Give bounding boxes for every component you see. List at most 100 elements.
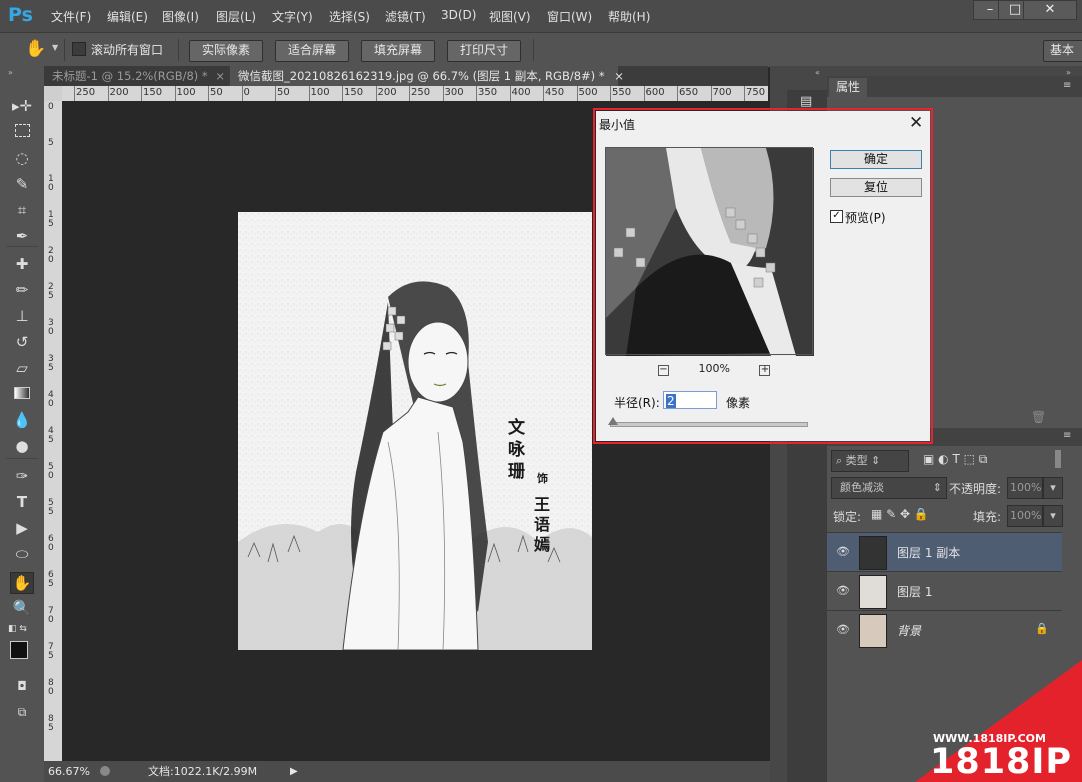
zoom-tool-icon[interactable]: 🔍 (11, 598, 33, 618)
status-menu-arrow-icon[interactable]: ▶ (290, 761, 298, 782)
gradient-tool-icon[interactable] (11, 384, 33, 404)
dodge-tool-icon[interactable]: ● (11, 436, 33, 456)
layer-row[interactable]: 👁 背景 🔒 (827, 610, 1062, 649)
blend-mode-dropdown[interactable]: 颜色减淡 ⇕ (831, 477, 947, 499)
visibility-eye-icon[interactable]: 👁 (836, 584, 850, 597)
tab-properties[interactable]: 属性 (829, 78, 867, 97)
layer-row[interactable]: 👁 图层 1 (827, 571, 1062, 610)
tab-active-document[interactable]: 微信截图_20210826162319.jpg @ 66.7% (图层 1 副本… (230, 66, 624, 86)
ruler-tick-label: 75 (48, 642, 54, 661)
quick-selection-tool-icon[interactable]: ✎ (11, 174, 33, 194)
print-size-button[interactable]: 打印尺寸 (447, 40, 521, 62)
menu-edit[interactable]: 编辑(E) (107, 8, 148, 25)
ruler-tick-label: 400 (511, 87, 531, 98)
menu-layer[interactable]: 图层(L) (216, 8, 256, 25)
panel-menu-icon[interactable]: ≡ (1063, 80, 1071, 91)
workspace-switcher[interactable]: 基本 (1043, 40, 1082, 62)
collapse-icon[interactable]: « (815, 68, 820, 77)
ruler-tick-label: 0 (48, 102, 54, 112)
hand-tool-selected-icon[interactable]: ✋ (10, 572, 34, 594)
layer-name: 图层 1 (897, 585, 933, 599)
calligraphy-actor-name: 文咏珊 (508, 418, 525, 482)
layer-name: 图层 1 副本 (897, 546, 961, 560)
opacity-label: 不透明度: (949, 482, 1002, 496)
status-bar: 66.67% 文档:1022.1K/2.99M ▶ (44, 761, 770, 782)
history-brush-tool-icon[interactable]: ↺ (11, 332, 33, 352)
tab-close-icon[interactable]: × (614, 69, 624, 83)
layer-name: 背景 (897, 624, 922, 638)
crop-tool-icon[interactable]: ⌗ (11, 200, 33, 220)
menu-filter[interactable]: 滤镜(T) (385, 8, 426, 25)
tools-panel: » ▸✛ ◌ ✎ ⌗ ✒ ✚ ✏ ⊥ ↺ ▱ 💧 ● ✑ T ▶ ⬭ ✋ 🔍 ◧… (0, 66, 45, 782)
menu-type[interactable]: 文字(Y) (272, 8, 313, 25)
ruler-tick-label: 20 (48, 246, 54, 265)
shape-tool-icon[interactable]: ⬭ (11, 544, 33, 564)
layer-thumbnail (859, 575, 887, 609)
trash-icon[interactable]: 🗑 (1031, 410, 1046, 424)
fill-dropdown-icon[interactable]: ▾ (1043, 505, 1063, 527)
quick-mask-icon[interactable]: ◘ (11, 676, 33, 696)
layer-row[interactable]: 👁 图层 1 副本 (827, 532, 1062, 571)
ruler-tick-label: 250 (76, 87, 96, 98)
visibility-eye-icon[interactable]: 👁 (836, 623, 850, 636)
menu-3d[interactable]: 3D(D) (441, 8, 476, 22)
lock-icons[interactable]: ▦ ✎ ✥ 🔒 (871, 507, 929, 521)
menu-window[interactable]: 窗口(W) (547, 8, 592, 25)
ruler-tick-label: 15 (48, 210, 54, 229)
foreground-color-swatch[interactable] (10, 641, 28, 659)
blur-tool-icon[interactable]: 💧 (11, 410, 33, 430)
ruler-tick-label: 600 (645, 87, 665, 98)
lasso-tool-icon[interactable]: ◌ (11, 148, 33, 168)
tool-preset-dropdown-icon[interactable]: ▼ (52, 43, 58, 52)
eraser-tool-icon[interactable]: ▱ (11, 358, 33, 378)
brush-tool-icon[interactable]: ✏ (11, 280, 33, 300)
menu-help[interactable]: 帮助(H) (608, 8, 650, 25)
menu-image[interactable]: 图像(I) (162, 8, 199, 25)
type-tool-icon[interactable]: T (11, 492, 33, 512)
search-icon: ⌕ (836, 454, 846, 467)
ruler-tick-label: 300 (444, 87, 464, 98)
history-icon[interactable]: ▤ (800, 94, 812, 109)
filter-toggle[interactable] (1055, 450, 1061, 468)
fit-screen-button[interactable]: 适合屏幕 (275, 40, 349, 62)
sketch-portrait-image (238, 212, 592, 650)
healing-brush-tool-icon[interactable]: ✚ (11, 254, 33, 274)
status-icon (100, 766, 110, 776)
menu-file[interactable]: 文件(F) (51, 8, 91, 25)
clone-stamp-tool-icon[interactable]: ⊥ (11, 306, 33, 326)
ruler-tick-label: 45 (48, 426, 54, 445)
screen-mode-icon[interactable]: ⧉ (11, 702, 33, 722)
ruler-tick-label: 100 (176, 87, 196, 98)
ruler-tick-label: 150 (143, 87, 163, 98)
tab-close-icon[interactable]: × (215, 69, 225, 83)
ruler-tick-label: 0 (243, 87, 250, 98)
collapse-icon[interactable]: » (8, 68, 13, 77)
marquee-tool-icon[interactable] (11, 122, 33, 142)
tab-untitled[interactable]: 未标题-1 @ 15.2%(RGB/8) * × (44, 66, 228, 86)
path-selection-tool-icon[interactable]: ▶ (11, 518, 33, 538)
layer-filter-icons[interactable]: ▣ ◐ T ⬚ ⧉ (923, 452, 987, 467)
scroll-all-checkbox[interactable] (72, 42, 86, 56)
default-colors-icon[interactable]: ◧ ⇆ (8, 624, 27, 634)
menu-view[interactable]: 视图(V) (489, 8, 531, 25)
panel-menu-icon[interactable]: ≡ (1063, 430, 1071, 441)
hand-tool-icon[interactable]: ✋ (25, 39, 46, 59)
ruler-tick-label: 30 (48, 318, 54, 337)
canvas-image-sketch[interactable]: 文咏珊 饰 王语嫣 (238, 212, 592, 650)
layer-kind-filter[interactable]: ⌕ 类型 ⇕ (831, 450, 909, 472)
pen-tool-icon[interactable]: ✑ (11, 466, 33, 486)
ruler-tick-label: 85 (48, 714, 54, 733)
fill-input[interactable]: 100% (1007, 505, 1043, 527)
eyedropper-tool-icon[interactable]: ✒ (11, 226, 33, 246)
opacity-dropdown-icon[interactable]: ▾ (1043, 477, 1063, 499)
opacity-input[interactable]: 100% (1007, 477, 1043, 499)
move-tool-icon[interactable]: ▸✛ (11, 96, 33, 116)
close-window-button[interactable]: ✕ (1023, 0, 1077, 20)
menu-select[interactable]: 选择(S) (329, 8, 370, 25)
zoom-level[interactable]: 66.67% (48, 761, 90, 782)
actual-pixels-button[interactable]: 实际像素 (189, 40, 263, 62)
ruler-tick-label: 50 (277, 87, 290, 98)
ruler-tick-label: 70 (48, 606, 54, 625)
visibility-eye-icon[interactable]: 👁 (836, 545, 850, 558)
fill-screen-button[interactable]: 填充屏幕 (361, 40, 435, 62)
